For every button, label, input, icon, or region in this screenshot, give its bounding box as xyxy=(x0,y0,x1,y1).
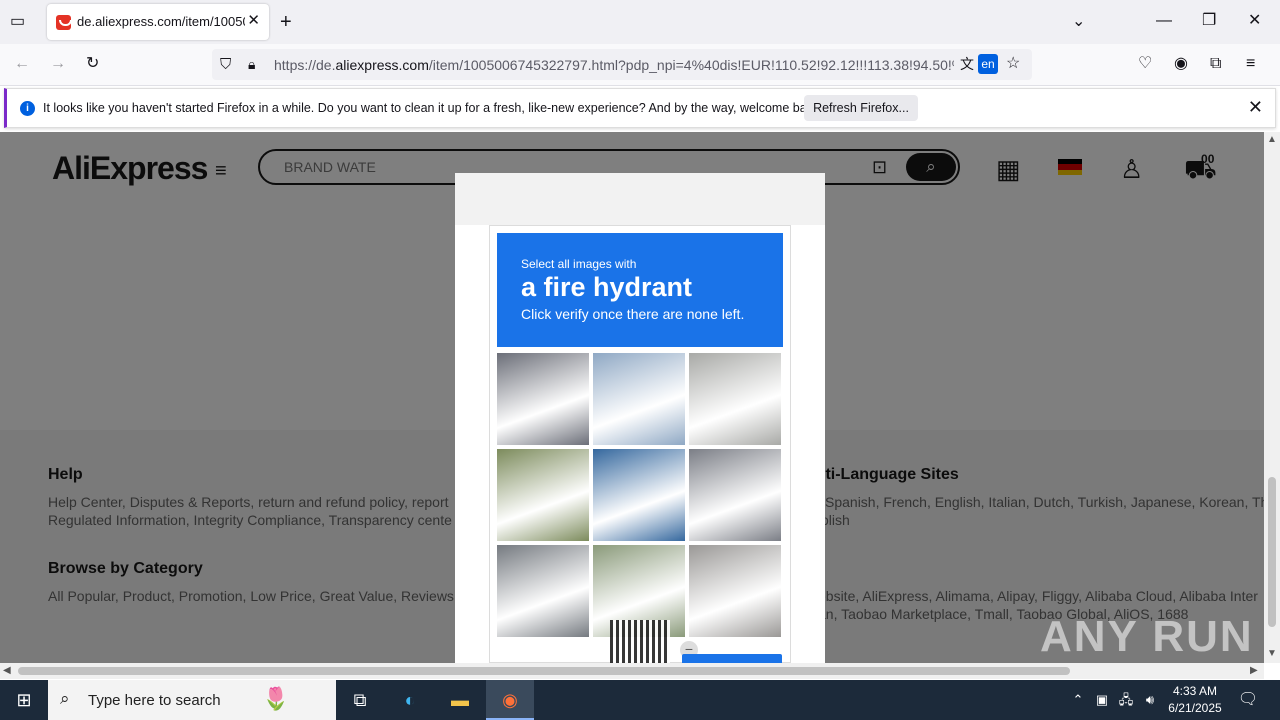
info-icon: i xyxy=(20,101,35,116)
system-clock[interactable]: 4:33 AM 6/21/2025 xyxy=(1160,683,1230,717)
clock-date: 6/21/2025 xyxy=(1168,701,1222,715)
extensions-icon[interactable]: ⧉ xyxy=(1210,54,1221,74)
vertical-scrollbar[interactable]: ▲ ▼ xyxy=(1264,132,1280,663)
tab-title: de.aliexpress.com/item/1005006 xyxy=(77,14,245,29)
forward-icon[interactable]: → xyxy=(50,54,66,74)
qr-code xyxy=(610,620,670,664)
anyrun-watermark: ANY RUN xyxy=(1040,612,1254,661)
pocket-icon[interactable]: ♡ xyxy=(1138,54,1152,74)
scroll-down-icon[interactable]: ▼ xyxy=(1267,648,1277,659)
windows-start-icon[interactable]: ⊞ xyxy=(10,686,38,714)
firefox-refresh-notification: i It looks like you haven't started Fire… xyxy=(4,88,1276,128)
window-close-icon[interactable]: ✕ xyxy=(1248,11,1261,31)
taskbar-search-box[interactable]: ⌕ Type here to search 🌷 xyxy=(48,680,336,720)
scroll-left-icon[interactable]: ◀ xyxy=(3,665,11,676)
reload-icon[interactable]: ↻ xyxy=(86,54,99,74)
clock-time: 4:33 AM xyxy=(1172,684,1218,698)
close-tab-icon[interactable]: ✕ xyxy=(247,11,260,29)
horizontal-scroll-thumb[interactable] xyxy=(18,667,1070,675)
task-view-icon[interactable]: ⧉ xyxy=(346,686,374,714)
captcha-frame-header xyxy=(455,173,825,225)
tile-bicycle-wall[interactable] xyxy=(689,449,781,541)
captcha-target-label: a fire hydrant xyxy=(521,272,693,302)
list-tabs-chevron-icon[interactable]: ⌄ xyxy=(1072,12,1085,32)
captcha-instruction-tail: Click verify once there are none left. xyxy=(521,306,745,322)
firefox-taskbar-button[interactable]: ◉ xyxy=(486,680,534,720)
minimize-icon[interactable]: — xyxy=(1156,11,1172,31)
tile-black-hydrant[interactable] xyxy=(689,545,781,637)
windows-taskbar: ⊞ ⌕ Type here to search 🌷 ⧉ ◐ ▬ ◉ ⌃ ▣ 🖧 … xyxy=(0,680,1280,720)
account-icon[interactable]: ◉ xyxy=(1174,54,1188,74)
tracking-shield-icon[interactable]: ⛉ xyxy=(220,55,231,75)
tile-road-motorbikes[interactable] xyxy=(497,545,589,637)
tile-hydrant-bushes[interactable] xyxy=(497,449,589,541)
tile-blue-fence[interactable] xyxy=(593,449,685,541)
url-text[interactable]: https://de.aliexpress.com/item/100500674… xyxy=(274,57,954,73)
tile-container-yard[interactable] xyxy=(593,353,685,445)
aliexpress-favicon-icon xyxy=(56,15,72,30)
menu-icon[interactable]: ≡ xyxy=(1246,54,1255,74)
captcha-instruction-small: Select all images with xyxy=(521,257,637,271)
url-bar[interactable]: ⛉ 🔒︎ https://de.aliexpress.com/item/1005… xyxy=(212,49,1032,80)
file-explorer-icon[interactable]: ▬ xyxy=(446,686,474,714)
notifications-icon[interactable]: 🗨︎ xyxy=(1234,686,1262,714)
scroll-up-icon[interactable]: ▲ xyxy=(1267,134,1277,145)
taskbar-search-icon: ⌕ xyxy=(60,689,70,708)
new-tab-icon[interactable]: + xyxy=(280,12,292,32)
refresh-firefox-button[interactable]: Refresh Firefox... xyxy=(804,95,918,121)
search-highlight-flowers-icon: 🌷 xyxy=(262,686,290,711)
translate-language-badge[interactable]: en xyxy=(978,54,998,74)
bookmark-star-icon[interactable]: ☆ xyxy=(1006,54,1020,74)
translate-icon[interactable]: 文 xyxy=(960,54,974,74)
tab-overview-icon[interactable]: ▭ xyxy=(10,12,25,32)
close-notification-icon[interactable]: ✕ xyxy=(1248,97,1263,118)
vertical-scroll-thumb[interactable] xyxy=(1268,477,1276,627)
active-tab[interactable]: de.aliexpress.com/item/1005006 ✕ xyxy=(47,4,269,40)
lock-icon[interactable]: 🔒︎ xyxy=(248,54,255,74)
tile-street-scooter[interactable] xyxy=(497,353,589,445)
restore-icon[interactable]: ❐ xyxy=(1202,11,1216,31)
scroll-right-icon[interactable]: ▶ xyxy=(1250,665,1258,676)
tab-bar: ▭ de.aliexpress.com/item/1005006 ✕ + ⌄ —… xyxy=(0,0,1280,44)
tile-motorcycle-rider[interactable] xyxy=(689,353,781,445)
firefox-icon: ◉ xyxy=(502,690,518,710)
back-icon[interactable]: ← xyxy=(14,54,30,74)
notification-message: It looks like you haven't started Firefo… xyxy=(43,101,823,115)
taskbar-search-input[interactable]: Type here to search xyxy=(88,692,221,709)
captcha-instructions: Select all images with a fire hydrant Cl… xyxy=(497,233,783,347)
horizontal-scrollbar[interactable]: ◀ ▶ xyxy=(0,663,1264,679)
edge-browser-icon[interactable]: ◐ xyxy=(396,686,424,714)
